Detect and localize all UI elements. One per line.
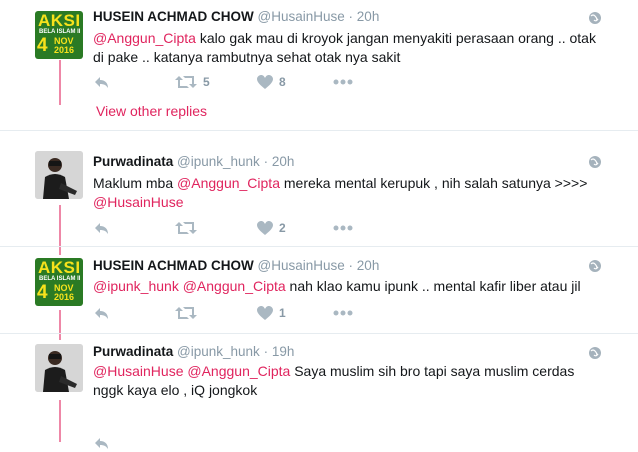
globe-icon [589, 347, 601, 359]
more-icon [333, 79, 353, 85]
avatar[interactable] [35, 151, 83, 199]
tweet-header: HUSEIN ACHMAD CHOW @HusainHuse · 20h [93, 258, 380, 273]
mention-link[interactable]: @Anggun_Cipta [187, 363, 290, 379]
avatar-text: AKSI [38, 11, 81, 30]
like-count: 2 [279, 221, 286, 235]
tweet-header: Purwadinata @ipunk_hunk · 19h [93, 344, 295, 359]
globe-icon [589, 12, 601, 24]
like-button[interactable]: 8 [257, 73, 286, 91]
retweet-icon [175, 307, 197, 319]
like-icon [257, 74, 273, 89]
like-icon [257, 220, 273, 235]
avatar-text: 4 [37, 282, 48, 303]
more-icon [333, 310, 353, 316]
tweet[interactable]: Purwadinata @ipunk_hunk · 20h Maklum mba… [0, 131, 638, 246]
avatar-text: NOV 2016 [54, 283, 75, 302]
person-photo [35, 151, 83, 199]
reply-icon [95, 223, 108, 234]
like-count: 1 [279, 306, 286, 320]
tweet[interactable]: Purwadinata @ipunk_hunk · 19h @HusainHus… [0, 334, 638, 449]
more-button[interactable] [333, 304, 353, 322]
like-button[interactable]: 1 [257, 304, 286, 322]
reply-icon [95, 438, 108, 449]
retweet-count: 5 [203, 75, 210, 89]
retweet-icon [175, 76, 197, 88]
more-button[interactable] [333, 219, 353, 237]
view-other-replies-link[interactable]: View other replies [96, 103, 207, 119]
like-icon [257, 305, 273, 320]
retweet-button[interactable] [175, 304, 203, 322]
tweet[interactable]: AKSI BELA ISLAM II 4 NOV 2016 HUSEIN ACHM… [0, 0, 638, 130]
reply-button[interactable] [93, 219, 111, 237]
user-name[interactable]: Purwadinata [93, 344, 173, 359]
reply-icon [95, 308, 108, 319]
reply-button[interactable] [93, 434, 111, 452]
more-button[interactable] [333, 73, 353, 91]
person-photo [35, 344, 83, 392]
mention-link[interactable]: @Anggun_Cipta [93, 30, 196, 46]
retweet-icon [175, 222, 197, 234]
mention-link[interactable]: @HusainHuse [93, 194, 183, 210]
avatar-text: NOV 2016 [54, 36, 75, 55]
timestamp[interactable]: 20h [272, 154, 295, 169]
avatar[interactable]: AKSI BELA ISLAM II 4 NOV 2016 [35, 11, 83, 59]
mention-link[interactable]: @Anggun_Cipta [183, 278, 286, 294]
tweet-header: Purwadinata @ipunk_hunk · 20h [93, 154, 295, 169]
tweet[interactable]: AKSI BELA ISLAM II 4 NOV 2016 HUSEIN ACHM… [0, 247, 638, 333]
mention-link[interactable]: @Anggun_Cipta [177, 175, 280, 191]
reply-icon [95, 77, 108, 88]
reply-button[interactable] [93, 73, 111, 91]
user-name[interactable]: Purwadinata [93, 154, 173, 169]
user-name[interactable]: HUSEIN ACHMAD CHOW [93, 258, 254, 273]
globe-icon [589, 260, 601, 272]
avatar[interactable] [35, 344, 83, 392]
avatar-text: 4 [37, 35, 48, 56]
tweet-text: @ipunk_hunk @Anggun_Cipta nah klao kamu … [93, 278, 581, 294]
like-button[interactable]: 2 [257, 219, 286, 237]
retweet-button[interactable] [175, 219, 203, 237]
globe-icon [589, 156, 601, 168]
tweet-text: @Anggun_Cipta kalo gak mau di kroyok jan… [93, 30, 596, 65]
timestamp[interactable]: 20h [357, 9, 380, 24]
tweet-text: Maklum mba @Anggun_Cipta mereka mental k… [93, 175, 588, 210]
avatar-text: AKSI [38, 258, 81, 277]
user-name[interactable]: HUSEIN ACHMAD CHOW [93, 9, 254, 24]
mention-link[interactable]: @HusainHuse [93, 363, 183, 379]
like-count: 8 [279, 75, 286, 89]
more-icon [333, 225, 353, 231]
tweet-text: @HusainHuse @Anggun_Cipta Saya muslim si… [93, 363, 575, 398]
tweet-header: HUSEIN ACHMAD CHOW @HusainHuse · 20h [93, 9, 380, 24]
retweet-button[interactable]: 5 [175, 73, 210, 91]
user-handle[interactable]: @HusainHuse [258, 9, 345, 24]
user-handle[interactable]: @HusainHuse [258, 258, 345, 273]
timestamp[interactable]: 19h [272, 344, 295, 359]
timestamp[interactable]: 20h [357, 258, 380, 273]
reply-button[interactable] [93, 304, 111, 322]
user-handle[interactable]: @ipunk_hunk [177, 154, 260, 169]
avatar[interactable]: AKSI BELA ISLAM II 4 NOV 2016 [35, 258, 83, 306]
user-handle[interactable]: @ipunk_hunk [177, 344, 260, 359]
mention-link[interactable]: @ipunk_hunk [93, 278, 179, 294]
